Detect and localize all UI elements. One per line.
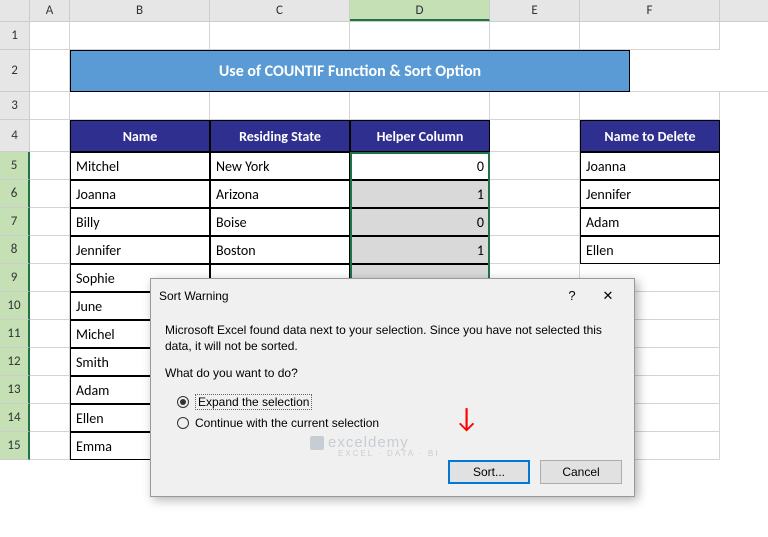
row-headers: 1 2 3 4 5 6 7 8 9 10 11 12 13 14 15	[0, 22, 30, 460]
row-header[interactable]: 9	[0, 264, 30, 292]
col-header-b[interactable]: B	[70, 0, 210, 21]
cell[interactable]	[30, 92, 70, 120]
close-button[interactable]: ✕	[590, 285, 626, 307]
row-header[interactable]: 10	[0, 292, 30, 320]
dialog-titlebar[interactable]: Sort Warning ? ✕	[151, 279, 634, 313]
row-header[interactable]: 13	[0, 376, 30, 404]
table-cell[interactable]: Jennifer	[580, 180, 720, 208]
cell[interactable]	[350, 22, 490, 50]
cell[interactable]	[30, 264, 70, 292]
row-header[interactable]: 8	[0, 236, 30, 264]
table-cell[interactable]: Billy	[70, 208, 210, 236]
title-cell[interactable]: Use of COUNTIF Function & Sort Option	[70, 50, 630, 92]
table-cell[interactable]: Joanna	[580, 152, 720, 180]
table-cell[interactable]: Boise	[210, 208, 350, 236]
table-cell[interactable]: 1	[350, 236, 490, 264]
radio-label: Expand the selection	[195, 394, 312, 410]
cell[interactable]	[30, 404, 70, 432]
table-cell[interactable]: Mitchel	[70, 152, 210, 180]
row-header[interactable]: 3	[0, 92, 30, 120]
dialog-title: Sort Warning	[159, 289, 554, 303]
cell[interactable]	[30, 180, 70, 208]
row-header[interactable]: 7	[0, 208, 30, 236]
dialog-question: What do you want to do?	[165, 366, 620, 382]
cell[interactable]	[30, 22, 70, 50]
cell[interactable]	[210, 22, 350, 50]
cell[interactable]	[30, 152, 70, 180]
table-cell[interactable]: Adam	[580, 208, 720, 236]
cell[interactable]	[490, 92, 580, 120]
cancel-button[interactable]: Cancel	[540, 460, 622, 484]
row-header[interactable]: 12	[0, 348, 30, 376]
table-cell[interactable]: Ellen	[580, 236, 720, 264]
cell[interactable]	[30, 376, 70, 404]
table-header-state[interactable]: Residing State	[210, 120, 350, 152]
col-header-a[interactable]: A	[30, 0, 70, 21]
table-cell[interactable]: Boston	[210, 236, 350, 264]
row-header[interactable]: 11	[0, 320, 30, 348]
radio-label: Continue with the current selection	[195, 416, 379, 430]
cell[interactable]	[490, 236, 580, 264]
cell[interactable]	[30, 208, 70, 236]
table-cell[interactable]: Arizona	[210, 180, 350, 208]
cell[interactable]	[490, 152, 580, 180]
cell[interactable]	[30, 320, 70, 348]
table-header-helper[interactable]: Helper Column	[350, 120, 490, 152]
cell[interactable]	[490, 22, 580, 50]
cell[interactable]	[630, 50, 768, 92]
cell[interactable]	[210, 92, 350, 120]
row-header[interactable]: 15	[0, 432, 30, 460]
sort-button[interactable]: Sort...	[448, 460, 530, 484]
col-header-c[interactable]: C	[210, 0, 350, 21]
row-header[interactable]: 5	[0, 152, 30, 180]
table-cell[interactable]: Jennifer	[70, 236, 210, 264]
radio-expand-selection[interactable]: Expand the selection	[177, 394, 620, 410]
cell[interactable]	[30, 432, 70, 460]
row-header[interactable]: 1	[0, 22, 30, 50]
cell[interactable]	[490, 120, 580, 152]
cell[interactable]	[490, 208, 580, 236]
sort-warning-dialog: Sort Warning ? ✕ Microsoft Excel found d…	[150, 278, 635, 497]
cell[interactable]	[490, 180, 580, 208]
cell[interactable]	[350, 92, 490, 120]
radio-icon	[177, 396, 189, 408]
radio-icon	[177, 417, 189, 429]
col-header-e[interactable]: E	[490, 0, 580, 21]
dialog-message: Microsoft Excel found data next to your …	[165, 323, 620, 354]
cell[interactable]	[70, 22, 210, 50]
cell[interactable]	[30, 120, 70, 152]
table-cell[interactable]: 0	[350, 152, 490, 180]
cell[interactable]	[30, 292, 70, 320]
table-cell[interactable]: Joanna	[70, 180, 210, 208]
column-headers: A B C D E F	[0, 0, 768, 22]
table-cell[interactable]: New York	[210, 152, 350, 180]
row-header[interactable]: 2	[0, 50, 30, 92]
table-cell[interactable]: 0	[350, 208, 490, 236]
cell[interactable]	[580, 92, 720, 120]
col-header-d[interactable]: D	[350, 0, 490, 21]
cell[interactable]	[580, 22, 720, 50]
col-header-f[interactable]: F	[580, 0, 720, 21]
radio-continue-selection[interactable]: Continue with the current selection	[177, 416, 620, 430]
help-button[interactable]: ?	[554, 285, 590, 307]
cell[interactable]	[70, 92, 210, 120]
cell[interactable]	[30, 348, 70, 376]
cell[interactable]	[30, 50, 70, 92]
table-header-delete[interactable]: Name to Delete	[580, 120, 720, 152]
table-cell[interactable]: 1	[350, 180, 490, 208]
row-header[interactable]: 14	[0, 404, 30, 432]
table-header-name[interactable]: Name	[70, 120, 210, 152]
select-all-corner[interactable]	[0, 0, 30, 21]
cell[interactable]	[30, 236, 70, 264]
row-header[interactable]: 6	[0, 180, 30, 208]
row-header[interactable]: 4	[0, 120, 30, 152]
